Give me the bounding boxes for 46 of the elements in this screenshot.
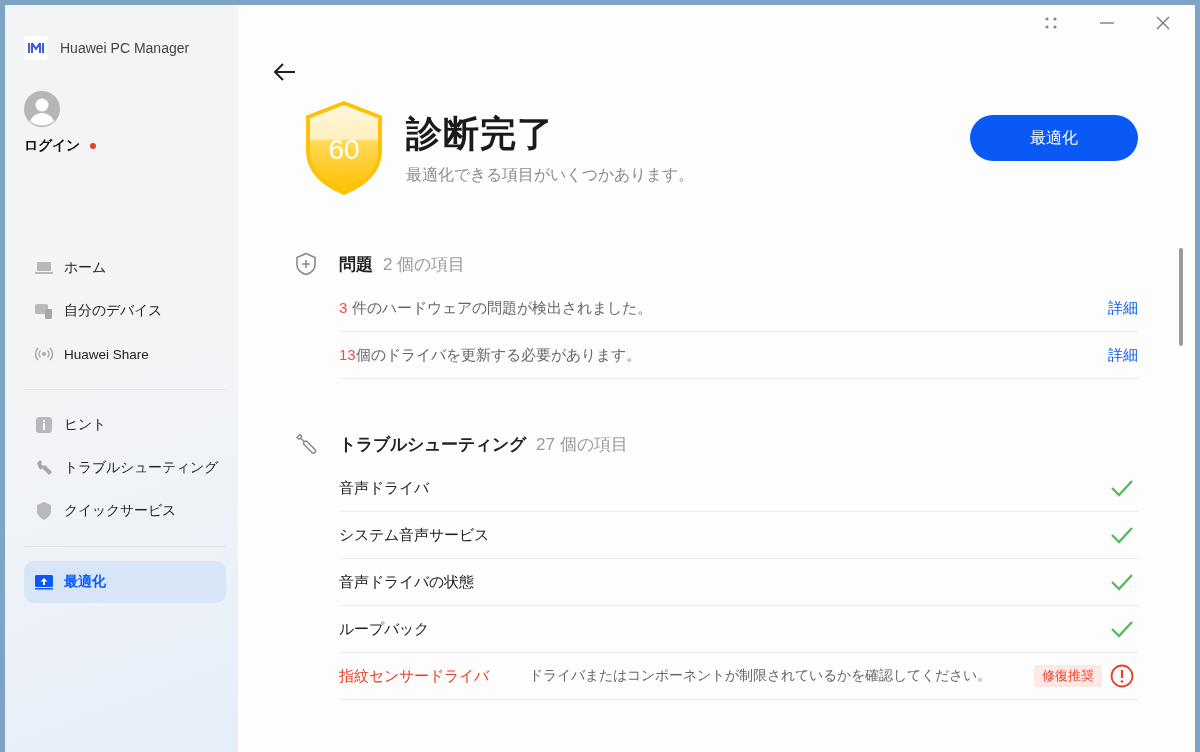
checkmark-icon [1110,572,1134,592]
result-subtitle: 最適化できる項目がいくつかあります。 [406,165,695,185]
nav-item[interactable]: ホーム [24,247,226,289]
issue-text: 3 件のハードウェアの問題が検出されました。 [339,298,653,318]
repair-tag: 修復推奨 [1034,665,1102,687]
score-shield: 60 [304,101,384,195]
optimize-button[interactable]: 最適化 [970,115,1138,161]
shield-plus-icon [294,252,318,276]
item-count: 2 個の項目 [383,253,466,276]
back-arrow-icon[interactable] [274,63,296,81]
wrench-icon [294,432,318,456]
wrench-icon [34,458,54,478]
app-title: Huawei PC Manager [60,40,190,56]
section-title: 問題 [339,253,373,276]
app-logo-icon [24,36,48,60]
nav-item[interactable]: Huawei Share [24,333,226,375]
shield-icon [34,501,54,521]
check-name: ループバック [339,619,430,639]
nav-item[interactable]: 最適化 [24,561,226,603]
warning-icon [1110,664,1134,688]
issue-text: 13個のドライバを更新する必要があります。 [339,345,642,365]
checkmark-icon [1110,619,1134,639]
result-title: 診断完了 [406,112,555,156]
grid-dots-icon[interactable] [1044,16,1058,30]
check-name: 音声ドライバの状態 [339,572,475,592]
close-icon[interactable] [1156,16,1170,30]
devices-icon [34,301,54,321]
details-link[interactable]: 詳細 [1108,298,1138,318]
nav-item[interactable]: トラブルシューティング [24,447,226,489]
check-description: ドライバまたはコンポーネントが制限されているかを確認してください。 [529,667,991,685]
section-title: トラブルシューティング [339,433,526,456]
scrollbar[interactable] [1179,248,1183,346]
checkmark-icon [1110,525,1134,545]
check-name: 指紋センサードライバ [339,666,491,686]
details-link[interactable]: 詳細 [1108,345,1138,365]
avatar-icon[interactable] [24,91,60,127]
item-count: 27 個の項目 [536,433,628,456]
check-name: システム音声サービス [339,525,490,545]
nav-item[interactable]: 自分のデバイス [24,290,226,332]
nav-item[interactable]: ヒント [24,404,226,446]
info-icon [34,415,54,435]
nav-item[interactable]: クイックサービス [24,490,226,532]
upload-monitor-icon [34,572,54,592]
check-name: 音声ドライバ [339,478,431,498]
checkmark-icon [1110,478,1134,498]
login-link[interactable]: ログイン [24,137,80,155]
